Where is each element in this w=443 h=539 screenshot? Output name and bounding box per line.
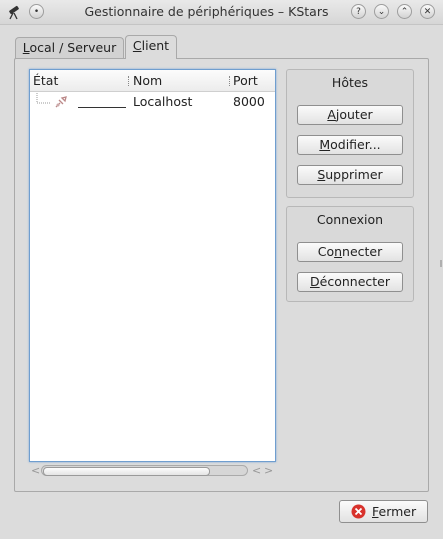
column-separator[interactable] xyxy=(229,76,231,86)
hosts-group-title: Hôtes xyxy=(331,75,369,90)
column-header-state[interactable]: État xyxy=(33,73,58,88)
tab-client[interactable]: Client xyxy=(125,35,177,59)
column-separator[interactable] xyxy=(128,76,130,86)
scroll-left-icon[interactable]: < xyxy=(31,464,40,477)
host-name-cell: Localhost xyxy=(133,94,193,109)
remove-host-button[interactable]: Supprimer xyxy=(297,165,403,185)
hosts-group: Hôtes Ajouter Modifier... Supprimer xyxy=(286,69,414,198)
host-port-cell: 8000 xyxy=(233,94,265,109)
tree-branch-line xyxy=(36,93,50,104)
column-header-name[interactable]: Nom xyxy=(133,73,162,88)
scrollbar-thumb[interactable] xyxy=(43,467,210,476)
disconnect-button[interactable]: Déconnecter xyxy=(297,272,403,292)
connect-button[interactable]: Connecter xyxy=(297,242,403,262)
modify-host-button[interactable]: Modifier... xyxy=(297,135,403,155)
tab-local-server[interactable]: Local / Serveur xyxy=(15,37,124,59)
scroll-left-icon[interactable]: < xyxy=(252,464,261,477)
help-button[interactable]: ? xyxy=(351,4,366,19)
column-header-port[interactable]: Port xyxy=(233,73,258,88)
resize-grip[interactable] xyxy=(440,260,442,267)
close-window-button[interactable]: ✕ xyxy=(420,4,435,19)
add-host-button[interactable]: Ajouter xyxy=(297,105,403,125)
window-menu-button[interactable]: • xyxy=(29,4,44,19)
title-bar: • Gestionnaire de périphériques – KStars… xyxy=(0,0,443,25)
connection-group: Connexion Connecter Déconnecter xyxy=(286,206,414,302)
horizontal-scrollbar[interactable]: < < > xyxy=(29,463,276,479)
disconnected-icon xyxy=(55,96,67,108)
close-icon xyxy=(351,504,366,519)
window-title: Gestionnaire de périphériques – KStars xyxy=(84,4,329,19)
minimize-button[interactable]: ⌄ xyxy=(374,4,389,19)
kstars-telescope-icon[interactable] xyxy=(6,4,22,20)
state-placeholder-line xyxy=(78,107,126,108)
maximize-button[interactable]: ⌃ xyxy=(397,4,412,19)
table-row[interactable]: Localhost 8000 xyxy=(30,93,275,113)
tree-header: État Nom Port xyxy=(30,70,275,92)
scroll-right-icon[interactable]: > xyxy=(264,464,273,477)
close-button[interactable]: Fermer xyxy=(339,500,428,523)
connection-group-title: Connexion xyxy=(316,212,384,227)
scrollbar-track[interactable] xyxy=(41,465,248,476)
hosts-tree-view[interactable]: État Nom Port Localhost 8000 xyxy=(29,69,276,462)
